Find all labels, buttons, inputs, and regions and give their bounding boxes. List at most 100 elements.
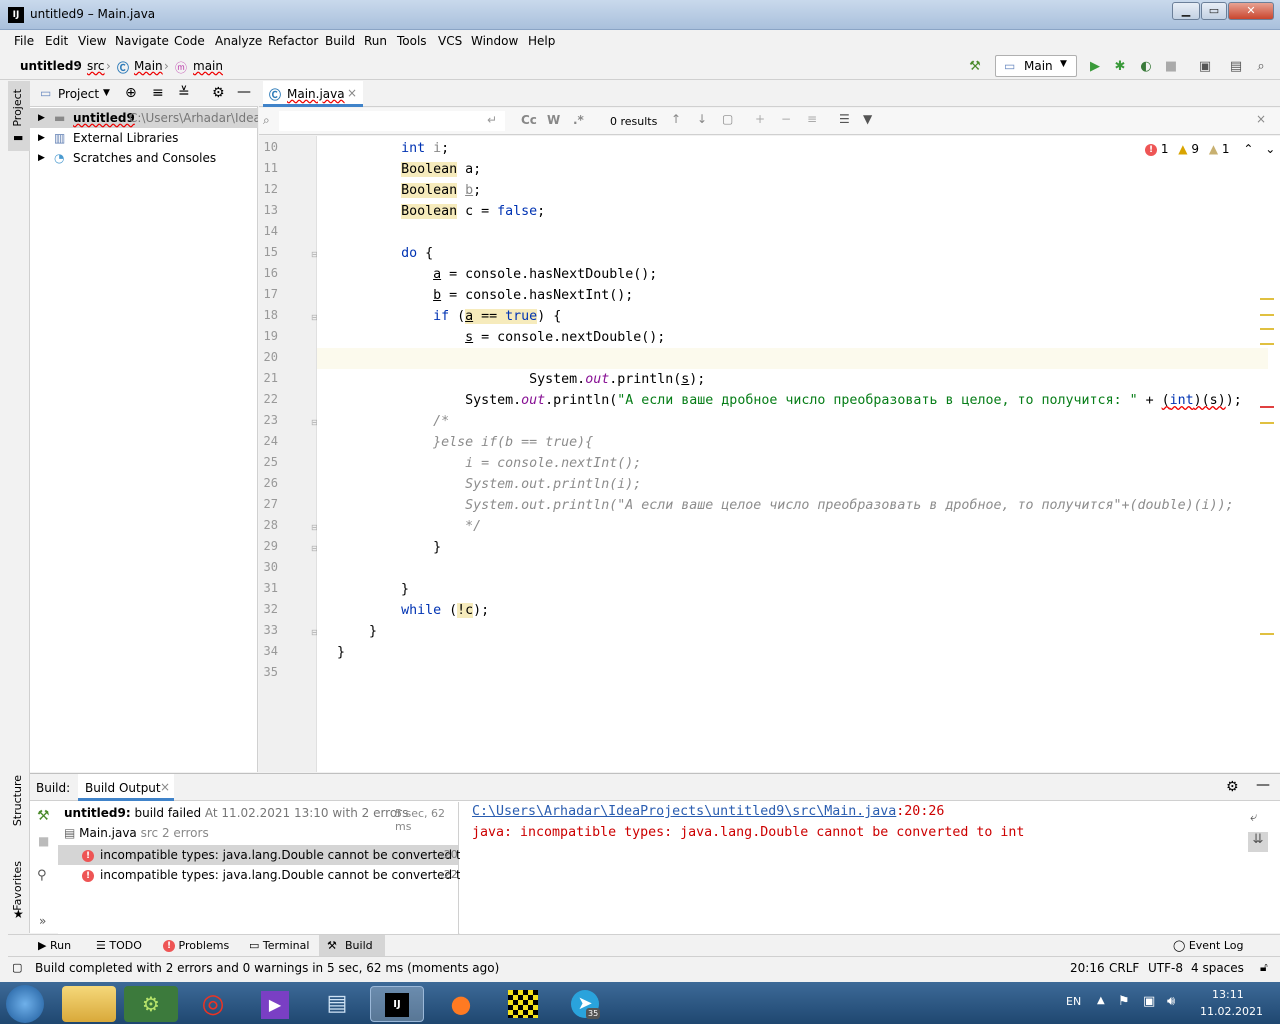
enter-icon[interactable]: ↵ (487, 113, 497, 127)
filter-icon[interactable]: ▼ (863, 112, 872, 126)
telegram-taskbar-icon[interactable]: ➤ 35 (558, 986, 612, 1022)
tool-tab-problems[interactable]: ! Problems (163, 939, 229, 952)
pin-icon[interactable]: ⚲ (37, 868, 47, 883)
breadcrumb-method[interactable]: main (193, 59, 223, 73)
menu-code[interactable]: Code (174, 34, 205, 48)
filter-options-icon[interactable]: ☰ (839, 112, 850, 126)
warning-marker[interactable] (1260, 343, 1274, 345)
line-separator[interactable]: CRLF (1109, 961, 1139, 975)
close-tab-icon[interactable]: × (347, 86, 357, 100)
indent-setting[interactable]: 4 spaces (1191, 961, 1244, 975)
error-marker[interactable] (1260, 406, 1274, 408)
select-all-icon[interactable]: ▢ (722, 112, 733, 126)
gear-icon[interactable]: ⚙ (1226, 779, 1239, 795)
breadcrumb-class[interactable]: Main (134, 59, 163, 73)
clock-date[interactable]: 11.02.2021 (1200, 1005, 1263, 1018)
chevron-right-icon[interactable]: ▶ (38, 148, 45, 168)
event-log-tab[interactable]: ◯ Event Log (1173, 939, 1243, 952)
maximize-button[interactable]: ▭ (1201, 2, 1227, 20)
search-icon[interactable]: ⌕ (263, 113, 270, 128)
expand-all-icon[interactable]: ≡ (152, 85, 164, 101)
presentation-icon[interactable]: ▤ (1226, 57, 1246, 77)
build-hammer-icon[interactable]: ⚒ (37, 808, 50, 824)
project-structure-icon[interactable]: ▣ (1195, 57, 1215, 77)
build-console[interactable]: C:\Users\Arhadar\IdeaProjects\untitled9\… (460, 802, 1240, 934)
warning-marker[interactable] (1260, 298, 1274, 300)
breadcrumb-project[interactable]: untitled9 (20, 59, 82, 73)
menu-run[interactable]: Run (364, 34, 387, 48)
intellij-taskbar-icon[interactable]: IJ (370, 986, 424, 1022)
language-indicator[interactable]: EN (1066, 995, 1081, 1008)
tree-item-project-root[interactable]: ▶ ▬ untitled9 C:\Users\Arhadar\IdeaProje… (30, 108, 258, 128)
favorites-vertical-tab[interactable]: Favorites (11, 861, 24, 911)
tray-volume-icon[interactable]: 🔊︎ (1167, 994, 1175, 1009)
close-tab-icon[interactable]: × (160, 780, 170, 794)
breadcrumb-src[interactable]: src (87, 59, 105, 73)
whole-words-toggle[interactable]: W (547, 113, 560, 127)
stop-icon[interactable]: ■ (1161, 57, 1181, 77)
console-file-link[interactable]: C:\Users\Arhadar\IdeaProjects\untitled9\… (472, 804, 896, 819)
hide-icon[interactable]: — (237, 84, 251, 100)
soft-wrap-icon[interactable]: ⤶ (1250, 810, 1257, 825)
menu-tools[interactable]: Tools (397, 34, 427, 48)
stop-icon[interactable]: ■ (38, 834, 49, 848)
tool-tab-terminal[interactable]: ▭ Terminal (249, 939, 309, 952)
visual-studio-taskbar-icon[interactable]: ▶ (248, 986, 302, 1022)
project-vertical-tab[interactable]: Project (11, 89, 24, 127)
menu-edit[interactable]: Edit (45, 34, 68, 48)
collapse-all-icon[interactable]: ≚ (178, 85, 190, 101)
lock-icon[interactable]: 🔓︎ (1260, 960, 1268, 975)
tree-item-external-libraries[interactable]: ▶ ▥ External Libraries (30, 128, 258, 148)
tray-network-icon[interactable]: ▣ (1143, 994, 1155, 1009)
inspection-widget[interactable]: ! 1 ▲ 9 ▲ 1 ⌃ ⌄ (1145, 142, 1275, 156)
android-studio-taskbar-icon[interactable]: ⚙ (124, 986, 178, 1022)
build-error-row[interactable]: ! incompatible types: java.lang.Double c… (58, 845, 488, 865)
menu-help[interactable]: Help (528, 34, 555, 48)
tool-tab-run[interactable]: ▶ Run (38, 939, 71, 952)
editor-tab-main[interactable]: Ⓒ Main.java × (263, 81, 363, 107)
build-hammer-icon[interactable]: ⚒ (965, 57, 985, 77)
build-summary[interactable]: untitled9: build failed At 11.02.2021 13… (64, 806, 408, 820)
tool-tab-todo[interactable]: ☰ TODO (96, 939, 142, 952)
menu-vcs[interactable]: VCS (438, 34, 462, 48)
firefox-taskbar-icon[interactable]: ● (434, 986, 488, 1022)
caret-position[interactable]: 20:16 (1070, 961, 1105, 975)
tool-tab-build[interactable]: ⚒ Build (319, 935, 385, 957)
menu-file[interactable]: File (14, 34, 34, 48)
hide-icon[interactable]: — (1256, 777, 1270, 793)
regex-toggle[interactable]: .* (573, 113, 584, 127)
chevron-right-icon[interactable]: ▶ (38, 128, 45, 148)
tray-expand-icon[interactable]: ▲ (1097, 995, 1105, 1006)
build-file-node[interactable]: ▤ Main.java src 2 errors (64, 826, 209, 840)
structure-vertical-tab[interactable]: Structure (11, 775, 24, 826)
code-editor[interactable]: int i; Boolean a; Boolean b; Boolean c =… (317, 136, 1280, 772)
build-error-row[interactable]: ! incompatible types: java.lang.Double c… (58, 865, 488, 885)
chevron-right-icon[interactable]: ▶ (38, 108, 45, 128)
coverage-icon[interactable]: ◐ (1136, 57, 1156, 77)
debug-icon[interactable]: ✱ (1110, 57, 1130, 77)
search-icon[interactable]: ⌕ (1251, 57, 1271, 77)
checkers-taskbar-icon[interactable] (496, 986, 550, 1022)
run-configuration-select[interactable]: ▭ Main ▼ (995, 55, 1077, 77)
chevron-down-icon[interactable]: ▼ (103, 88, 110, 98)
menu-view[interactable]: View (78, 34, 106, 48)
arrow-down-icon[interactable]: ↓ (697, 112, 707, 126)
menu-refactor[interactable]: Refactor (268, 34, 318, 48)
scroll-to-end-icon[interactable]: ⇊ (1248, 832, 1268, 852)
warning-marker[interactable] (1260, 314, 1274, 316)
warning-marker[interactable] (1260, 633, 1274, 635)
notepad-taskbar-icon[interactable]: ▤ (310, 986, 364, 1022)
close-button[interactable]: ✕ (1228, 2, 1274, 20)
menu-build[interactable]: Build (325, 34, 355, 48)
warning-marker[interactable] (1260, 328, 1274, 330)
toggle-selection-icon[interactable]: ≡ (807, 112, 817, 126)
arrow-up-icon[interactable]: ↑ (671, 112, 681, 126)
menu-window[interactable]: Window (471, 34, 518, 48)
chevron-down-icon[interactable]: ⌄ (1265, 142, 1275, 156)
file-encoding[interactable]: UTF-8 (1148, 961, 1183, 975)
more-icon[interactable]: » (39, 914, 46, 928)
gear-icon[interactable]: ⚙ (212, 85, 225, 101)
build-output-tab[interactable]: Build Output × (78, 774, 174, 801)
tray-flag-icon[interactable]: ⚑ (1118, 994, 1130, 1009)
add-selection-icon[interactable]: + (755, 112, 765, 126)
